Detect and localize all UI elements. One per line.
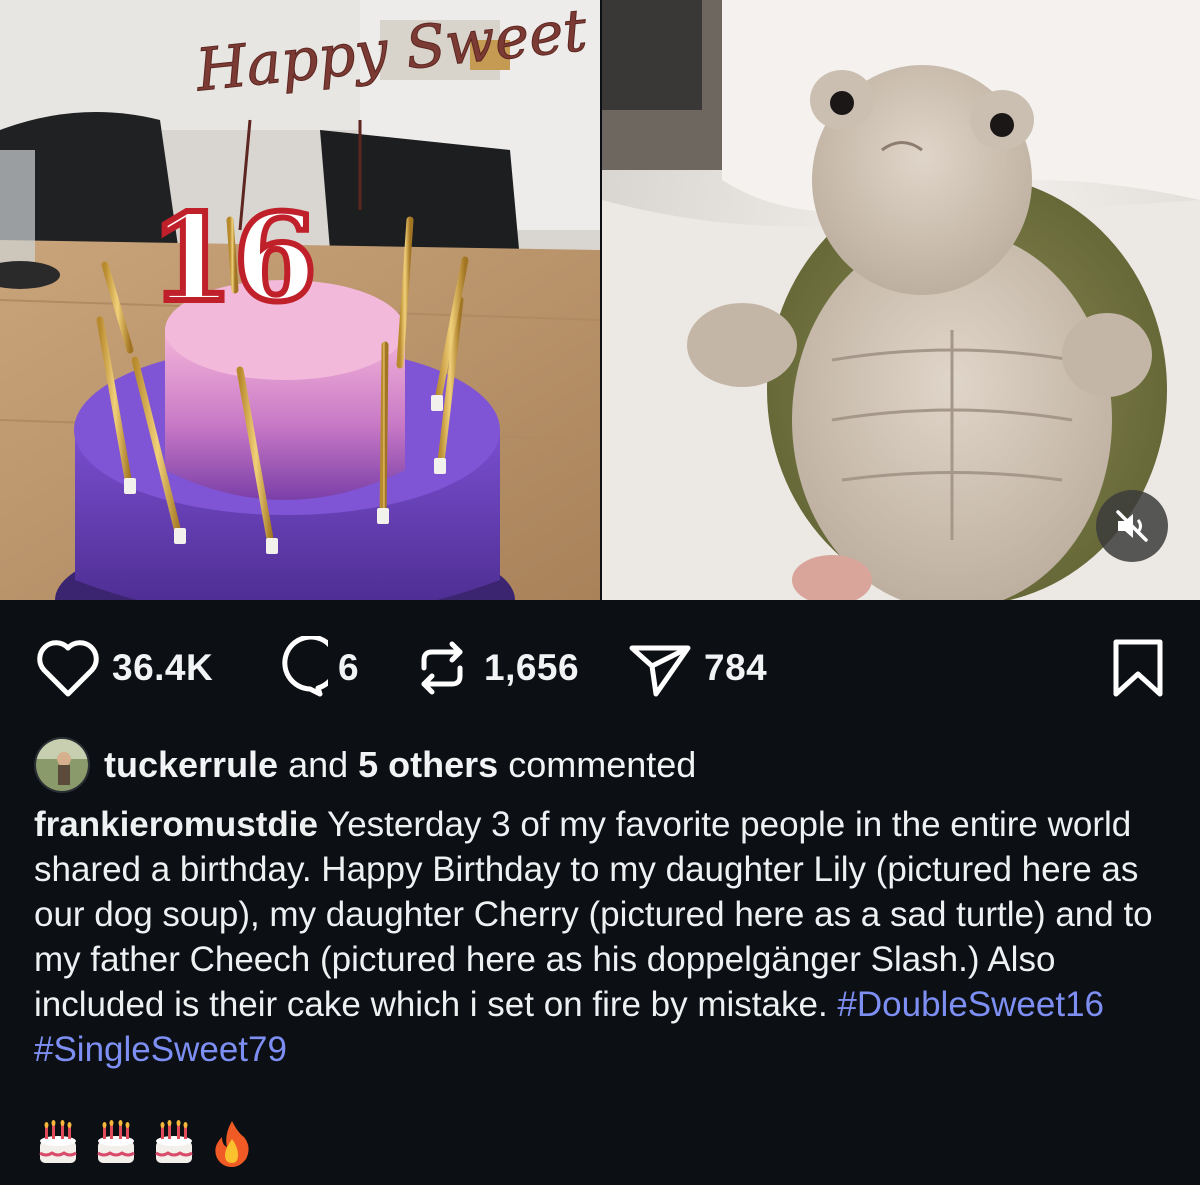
like-button[interactable]: 36.4K: [34, 636, 213, 700]
mute-button[interactable]: [1096, 490, 1168, 562]
like-count: 36.4K: [112, 647, 214, 688]
birthday-cake-emoji: [39, 1120, 77, 1163]
birthday-cake-emoji: [155, 1120, 193, 1163]
bookmark-button[interactable]: [1110, 636, 1166, 700]
share-button[interactable]: 784: [626, 636, 767, 700]
share-count: 784: [704, 647, 768, 688]
birthday-cake-emoji: [97, 1120, 135, 1163]
comment-button[interactable]: 6: [264, 636, 359, 700]
caption-username[interactable]: frankieromustdie: [34, 805, 318, 844]
post-caption: frankieromustdie Yesterday 3 of my favor…: [34, 802, 1174, 1072]
hashtag-link[interactable]: #DoubleSweet16: [837, 985, 1104, 1024]
commenter-username[interactable]: tuckerrule: [104, 744, 278, 786]
repost-count: 1,656: [484, 647, 580, 688]
avatar[interactable]: [34, 737, 90, 793]
emoji-row: [34, 1117, 256, 1167]
others-count-link[interactable]: 5 others: [358, 744, 498, 786]
commenters-summary[interactable]: tuckerrule and 5 others commented: [34, 737, 696, 793]
post-media: 16 Happy Sweet: [0, 0, 1200, 600]
commenters-and-text: and: [278, 744, 359, 785]
plush-turtle-photo[interactable]: [600, 0, 1200, 600]
fire-emoji: [215, 1121, 249, 1167]
send-paper-plane-icon: [629, 645, 691, 697]
speaker-muted-icon: [1116, 510, 1148, 542]
comment-bubble-icon: [282, 636, 328, 697]
birthday-cake-photo[interactable]: 16 Happy Sweet: [0, 0, 600, 600]
hashtag-link[interactable]: #SingleSweet79: [34, 1030, 287, 1069]
heart-icon: [37, 640, 99, 697]
repost-arrows-icon: [421, 641, 463, 695]
repost-button[interactable]: 1,656: [410, 636, 579, 700]
commented-text: commented: [498, 744, 697, 785]
bookmark-icon: [1113, 639, 1163, 697]
comment-count: 6: [338, 647, 360, 688]
action-bar: 36.4K 6 1,656 784: [0, 600, 1200, 736]
candle-number-text: 16: [150, 188, 317, 329]
